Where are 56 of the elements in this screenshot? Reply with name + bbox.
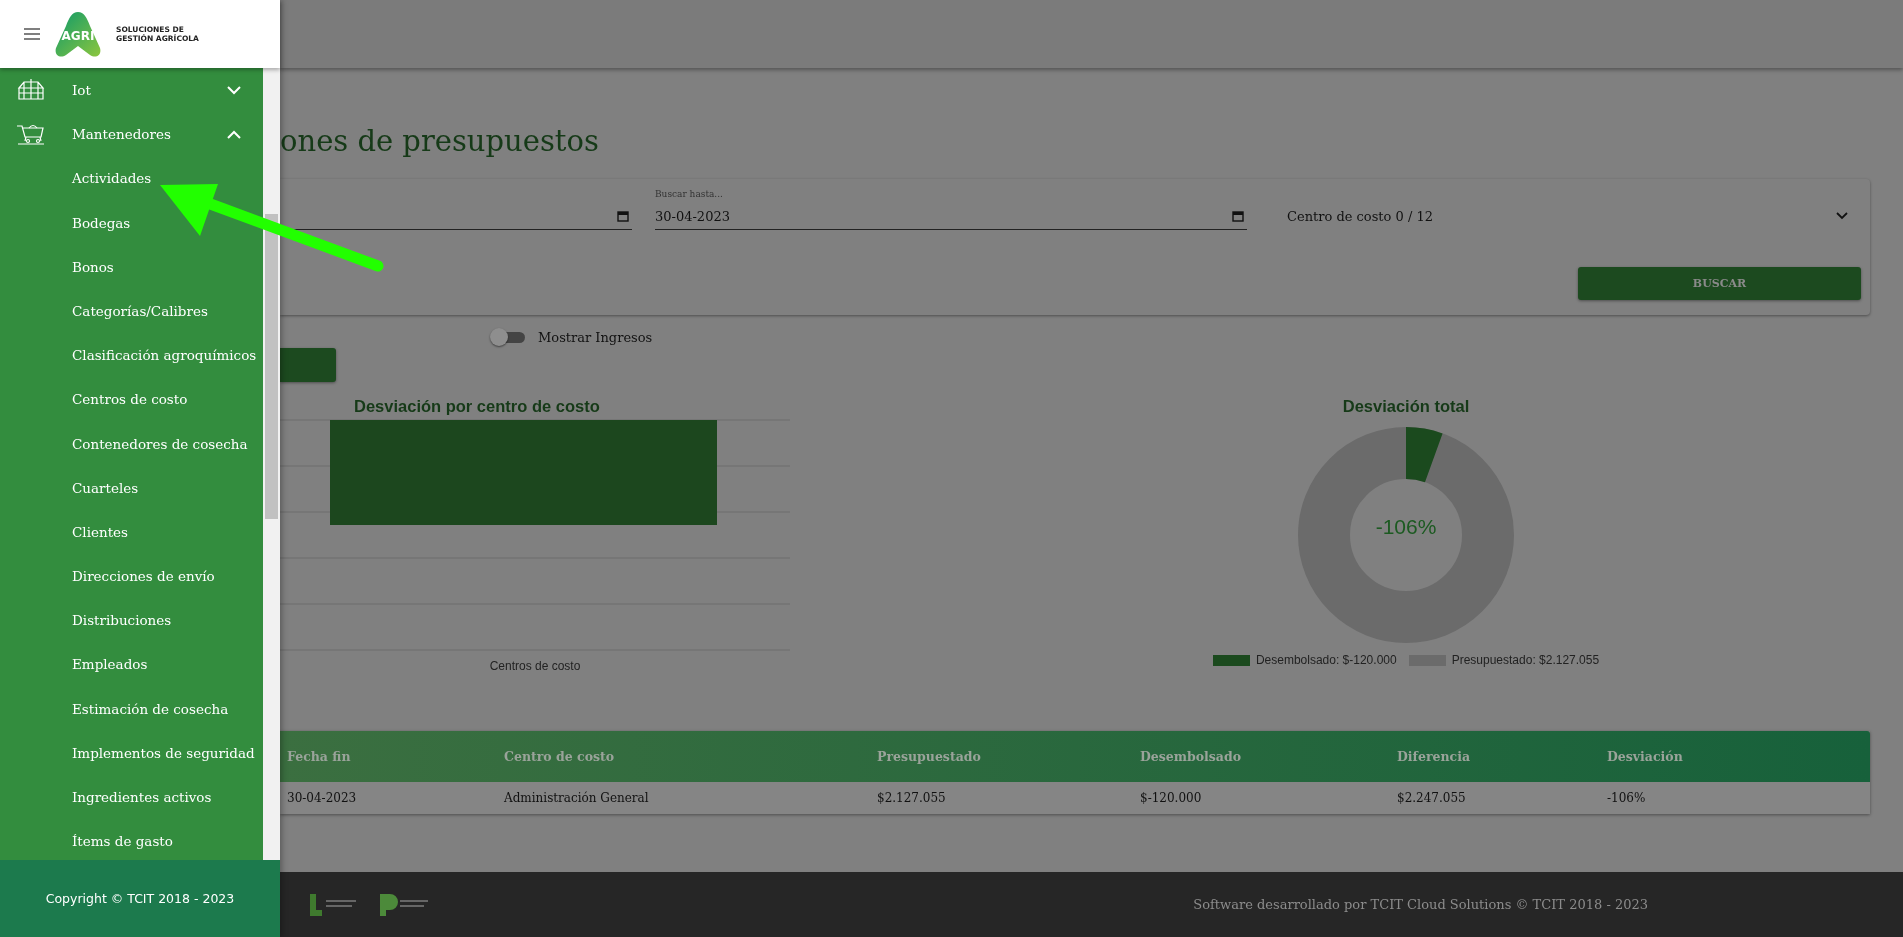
legend-label: Desembolsado: $-120.000 [1255, 653, 1397, 667]
greenhouse-icon [16, 78, 46, 103]
menu-item[interactable]: Bonos [0, 244, 263, 289]
chevron-icon[interactable] [227, 85, 241, 95]
menu-item[interactable]: Bodegas [0, 200, 263, 245]
chevron-icon [1836, 212, 1848, 220]
axis-label: Centros de costo [489, 659, 581, 673]
column-header: Fecha fin [287, 748, 351, 766]
menu-group[interactable]: Mantenedores [0, 112, 263, 157]
menu-item[interactable]: Distribuciones [0, 598, 263, 643]
menu-item[interactable]: Contenedores de cosecha [0, 421, 263, 466]
chart-title: Desviación por centro de costo [354, 396, 600, 417]
table-cell-text: $-120.000 [1140, 790, 1202, 807]
menu-item[interactable]: Centros de costo [0, 377, 263, 422]
search-button[interactable]: BUSCAR [1578, 267, 1861, 300]
page-title: ones de presupuestos [280, 123, 600, 160]
select-field[interactable]: Centro de costo 0 / 12 [1287, 203, 1870, 230]
footer-credit: Software desarrollado por TCIT Cloud Solutions © TCIT 2018 - 2023 [1193, 897, 1648, 912]
menu-item[interactable]: Ítems de gasto [0, 819, 263, 860]
table-cell-text: $2.127.055 [877, 790, 946, 807]
table-cell-text: Administración General [504, 790, 649, 807]
menu-item[interactable]: Ingredientes activos [0, 775, 263, 820]
menu-item[interactable]: Implementos de seguridad [0, 730, 263, 775]
menu-item[interactable]: Direcciones de envío [0, 554, 263, 599]
cart-icon [16, 122, 46, 147]
menu-item[interactable]: Actividades [0, 156, 263, 201]
column-header: Desembolsado [1140, 748, 1242, 766]
menu-item[interactable]: Clientes [0, 509, 263, 555]
table-cell-text: -106% [1607, 790, 1646, 807]
copyright-text: Copyright © TCIT 2018 - 2023 [0, 860, 280, 937]
column-header: Desviación [1607, 748, 1683, 766]
toggle-label: Mostrar Ingresos [538, 329, 653, 345]
logo-text: AGRI [61, 29, 95, 43]
menu-group-label: Mantenedores [72, 126, 172, 143]
legend-label: Presupuestado: $2.127.055 [1451, 653, 1600, 667]
date-field[interactable]: Buscar hasta... 30-04-2023 [655, 189, 1247, 230]
column-header: Centro de costo [504, 748, 615, 766]
calendar-icon[interactable] [1232, 210, 1244, 222]
chart-center-label: -106% [1374, 515, 1438, 539]
menu-icon[interactable] [24, 28, 40, 40]
menu-group[interactable]: Iot [0, 68, 263, 113]
chevron-icon[interactable] [227, 129, 241, 139]
menu-item[interactable]: Clasificación agroquímicos [0, 333, 263, 378]
calendar-icon[interactable] [617, 210, 629, 222]
table-cell-text: 30-04-2023 [287, 790, 357, 807]
table-cell-text: $2.247.055 [1397, 790, 1466, 807]
chart-title: Desviación total [1342, 396, 1470, 417]
column-header: Diferencia [1397, 748, 1470, 766]
menu-item[interactable]: Estimación de cosecha [0, 686, 263, 731]
column-header: Presupuestado [877, 748, 981, 766]
menu-item[interactable]: Categorías/Calibres [0, 288, 263, 334]
menu-group-label: Iot [72, 82, 92, 99]
menu-item[interactable]: Cuarteles [0, 465, 263, 510]
toggle-switch[interactable] [490, 328, 525, 346]
menu-item[interactable]: Empleados [0, 642, 263, 687]
scrollbar[interactable] [263, 68, 280, 860]
